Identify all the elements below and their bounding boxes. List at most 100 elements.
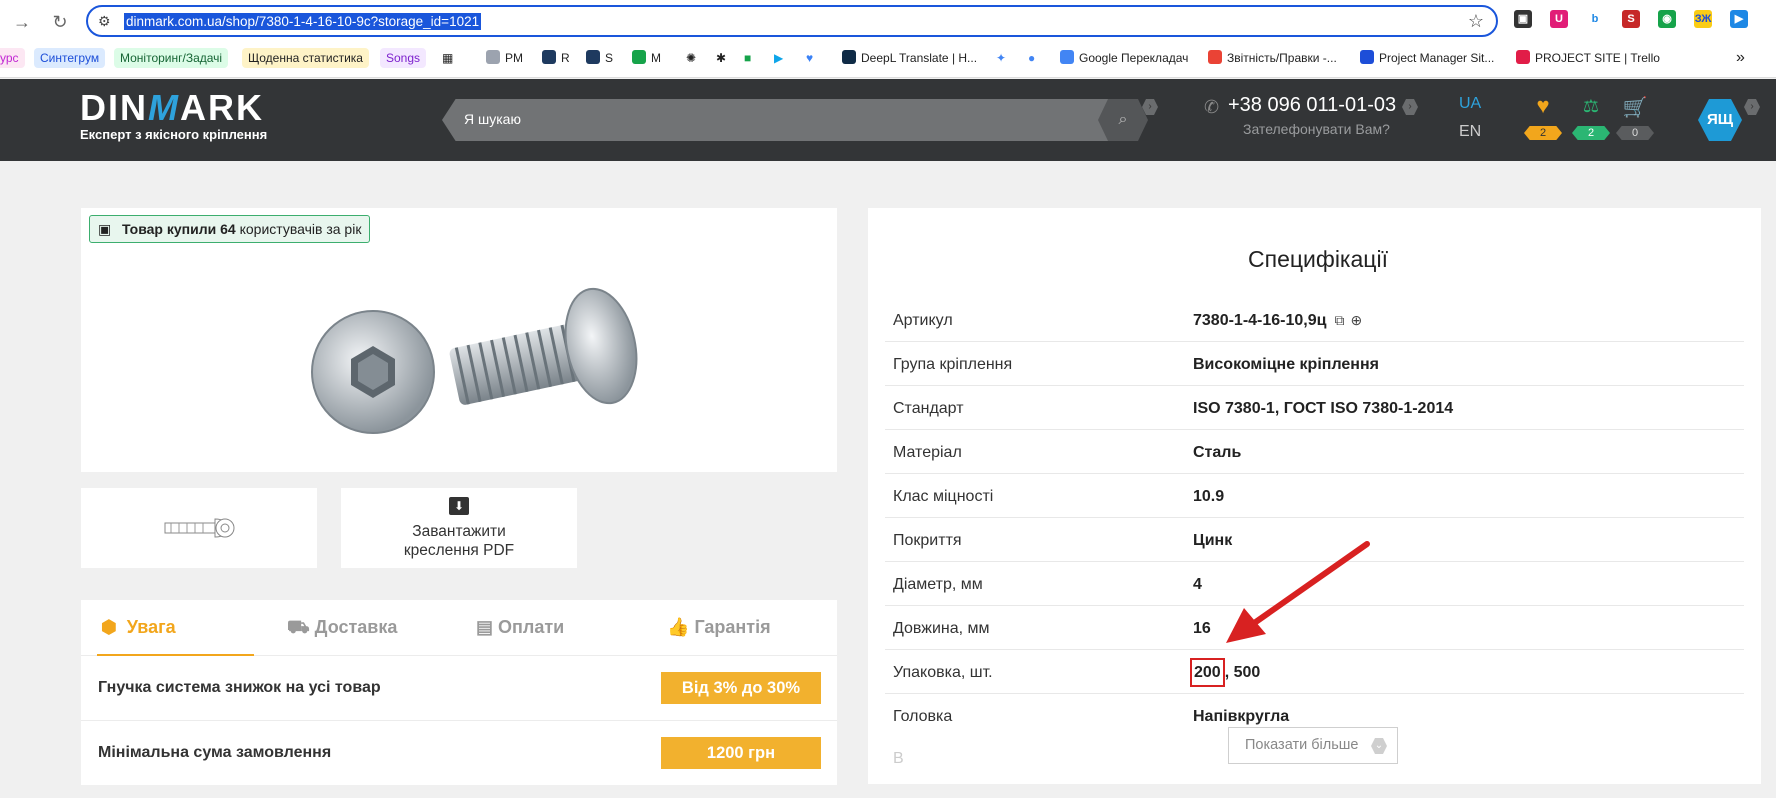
bookmarks-bar: урс Синтегрум Моніторинг/Задачі Щоденна … [0, 46, 1776, 70]
camera-icon: ▣ [98, 221, 112, 237]
favorites-count: 2 [1524, 126, 1562, 140]
compare-count: 2 [1572, 126, 1610, 140]
truck-icon: ⛟ [287, 617, 310, 637]
bookmark-item[interactable]: R [536, 48, 576, 68]
bookmark-item[interactable]: PROJECT SITE | Trello [1510, 48, 1666, 68]
bookmark-item[interactable]: Звітність/Правки -... [1202, 48, 1343, 68]
bookmark-item[interactable]: Синтегрум [34, 48, 106, 68]
extension-shield-icon[interactable]: U [1550, 10, 1568, 28]
bookmark-item[interactable]: M [626, 48, 667, 68]
bookmark-icon-play[interactable]: ▶ [768, 48, 789, 68]
user-avatar[interactable]: ЯЩ [1698, 99, 1742, 141]
logo-tagline: Експерт з якісного кріплення [80, 127, 268, 142]
more-bookmarks-icon[interactable]: » [1730, 48, 1751, 68]
min-order-badge: 1200 грн [661, 737, 821, 769]
cart-icon[interactable]: 🛒 [1620, 95, 1650, 120]
bookmark-icon-meet[interactable]: ■ [738, 48, 757, 68]
site-logo[interactable]: DINMARK Експерт з якісного кріплення [80, 87, 267, 142]
forward-arrow-icon[interactable]: → [8, 8, 36, 36]
info-tabs: ⬢ Увага ⛟ Доставка ▤ Оплати 👍 Гарантія [81, 600, 837, 657]
m-icon [632, 50, 646, 64]
search-placeholder: Я шукаю [464, 111, 521, 127]
address-bar[interactable]: ⚙ dinmark.com.ua/shop/7380-1-4-16-10-9c?… [86, 5, 1498, 37]
compare-icon[interactable]: ⚖ [1576, 96, 1606, 117]
favorites-icon[interactable]: ♥ [1528, 93, 1558, 119]
reload-icon[interactable]: ↻ [46, 8, 74, 36]
bookmark-item[interactable]: Google Перекладач [1054, 48, 1194, 68]
apps-grid-icon[interactable]: ▦ [436, 48, 459, 68]
bookmark-star-icon[interactable]: ☆ [1468, 11, 1484, 32]
bookmark-item[interactable]: Project Manager Sit... [1354, 48, 1500, 68]
bookmark-item[interactable]: урс [0, 48, 25, 68]
tab-delivery[interactable]: ⛟ Доставка [287, 617, 397, 641]
google-translate-icon [1060, 50, 1074, 64]
bookmark-item[interactable]: S [580, 48, 619, 68]
bookmark-icon-circle[interactable]: ● [1022, 48, 1041, 68]
callback-link[interactable]: Зателефонувати Вам? [1243, 121, 1390, 137]
pm-icon [486, 50, 500, 64]
copy-icon[interactable]: ⧉ [1334, 312, 1344, 329]
s-icon [586, 50, 600, 64]
site-settings-icon[interactable]: ⚙ [98, 13, 111, 30]
browser-chrome: → ↻ ⚙ dinmark.com.ua/shop/7380-1-4-16-10… [0, 0, 1776, 78]
search-input[interactable]: Я шукаю [442, 99, 1122, 141]
tab-payment[interactable]: ▤ Оплати [476, 617, 564, 638]
site-header: DINMARK Експерт з якісного кріплення Я ш… [0, 79, 1776, 161]
extension-red-icon[interactable]: S [1622, 10, 1640, 28]
spec-row: Клас міцності 10.9 [885, 474, 1744, 518]
warning-icon: ⬢ [101, 617, 117, 637]
trello-icon [1516, 50, 1530, 64]
bookmark-item[interactable]: Щоденна статистика [242, 48, 369, 68]
thumbs-up-icon: 👍 [667, 617, 690, 637]
tab-warning[interactable]: ⬢ Увага [101, 617, 176, 638]
search-icon: ⌕ [1118, 111, 1128, 128]
tab-warranty[interactable]: 👍 Гарантія [667, 617, 771, 638]
user-arrow-icon[interactable]: › [1744, 99, 1760, 115]
spec-row: Матеріал Сталь [885, 430, 1744, 474]
discount-badge: Від 3% до 30% [661, 672, 821, 704]
buyers-badge: ▣ Товар купили 64 користувачів за рік [89, 215, 371, 243]
faded-row-start: В [893, 750, 904, 767]
product-thumbnail[interactable] [81, 488, 317, 568]
trello-icon [1360, 50, 1374, 64]
r-icon [542, 50, 556, 64]
cart-count: 0 [1616, 126, 1654, 140]
bookmark-item[interactable]: Моніторинг/Задачі [114, 48, 229, 68]
chevron-down-icon: ⌄ [1371, 738, 1387, 754]
bookmark-icon-heart[interactable]: ♥ [800, 48, 819, 68]
extension-blue-icon[interactable]: ▶ [1730, 10, 1748, 28]
spec-row: Група кріплення Високоміцне кріплення [885, 342, 1744, 386]
url-text[interactable]: dinmark.com.ua/shop/7380-1-4-16-10-9c?st… [124, 13, 482, 30]
show-more-button[interactable]: Показати більше ⌄ [1228, 727, 1398, 764]
bookmark-icon-black[interactable]: ✱ [710, 48, 732, 68]
info-row-min-order: Мінімальна сума замовлення 1200 грн [81, 721, 837, 785]
bookmark-item[interactable]: DeepL Translate | H... [836, 48, 983, 68]
payment-icon: ▤ [476, 617, 494, 637]
add-circle-icon[interactable]: ⊕ [1350, 312, 1362, 329]
extension-green-icon[interactable]: ◉ [1658, 10, 1676, 28]
product-image-panel: ▣ Товар купили 64 користувачів за рік [81, 208, 837, 472]
info-row-discount: Гнучка система знижок на усі товар Від 3… [81, 656, 837, 720]
gemini-icon[interactable]: ✦ [990, 48, 1012, 68]
phone-number[interactable]: +38 096 011-01-03 [1228, 94, 1396, 117]
extension-b-icon[interactable]: b [1586, 10, 1604, 28]
extension-yellow-icon[interactable]: ЗЖ [1694, 10, 1712, 28]
bookmark-item[interactable]: PM [480, 48, 529, 68]
google-icon [1208, 50, 1222, 64]
spec-row: Артикул 7380-1-4-16-10,9ц ⧉ ⊕ [885, 298, 1744, 342]
highlight-box[interactable]: 200 [1190, 658, 1225, 687]
extension-image-icon[interactable]: ▣ [1514, 10, 1532, 28]
logo-wordmark: DINMARK [80, 87, 264, 128]
lang-en[interactable]: EN [1459, 123, 1481, 141]
chatgpt-icon[interactable]: ✺ [680, 48, 702, 68]
spec-row: Стандарт ISO 7380-1, ГОСТ ISO 7380-1-2014 [885, 386, 1744, 430]
phone-icon: ✆ [1204, 97, 1220, 117]
download-pdf-label: Завантажити креслення PDF [403, 523, 515, 559]
product-photo[interactable] [81, 208, 837, 472]
bookmark-item[interactable]: Songs [380, 48, 427, 68]
lang-ua[interactable]: UA [1459, 95, 1481, 113]
download-icon: ⬇ [449, 497, 469, 515]
bolt-drawing-thumbnail [164, 518, 235, 538]
search-button[interactable]: ⌕ [1098, 99, 1148, 141]
phone-arrow-icon[interactable]: › [1402, 99, 1418, 115]
